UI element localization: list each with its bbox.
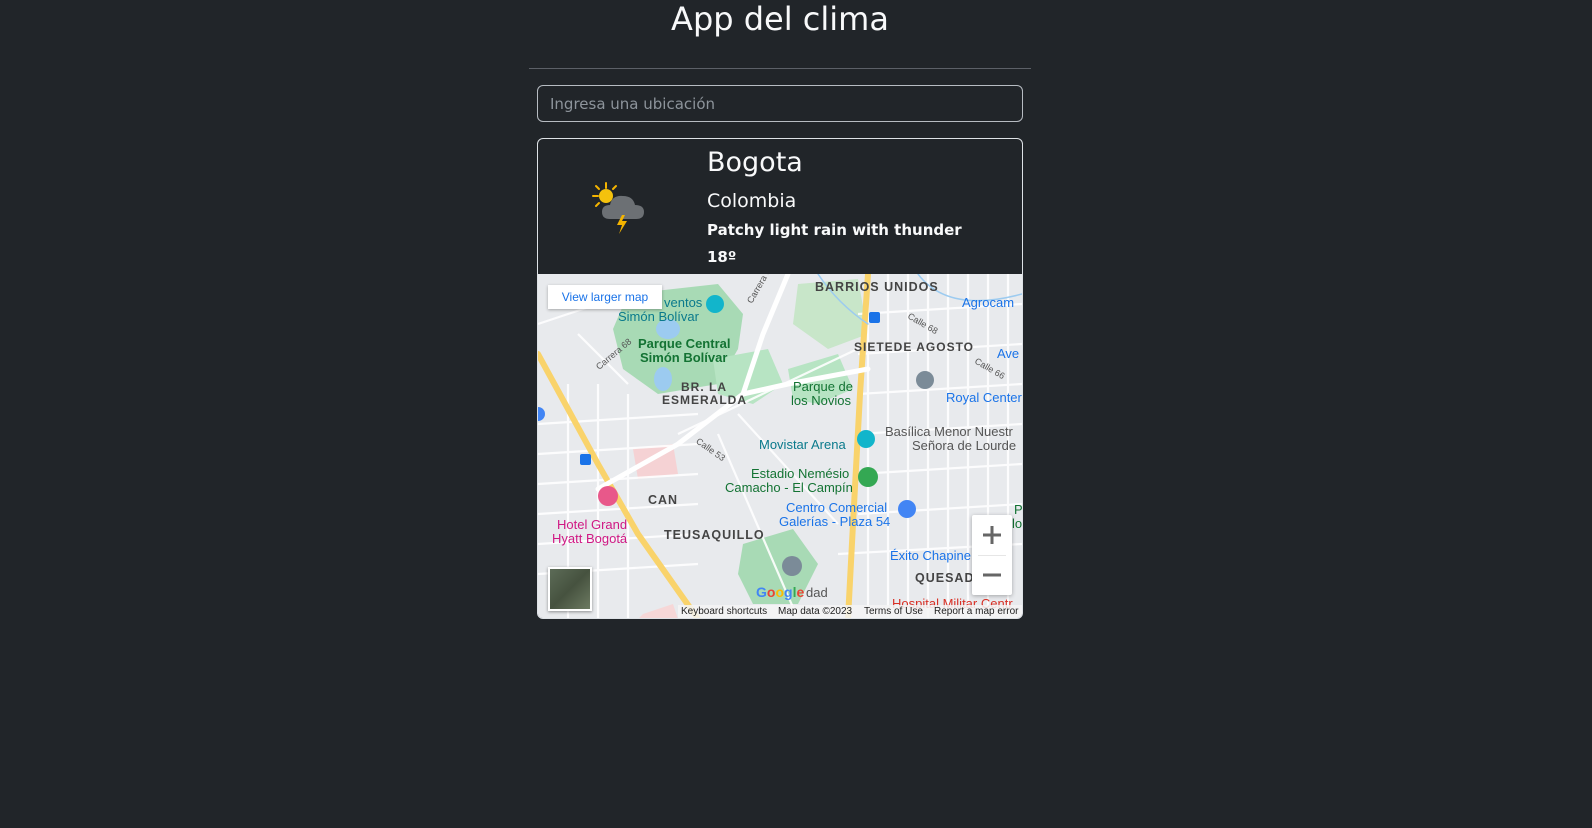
plus-icon	[983, 526, 1001, 544]
map-label: CAN	[648, 493, 679, 507]
country-name: Colombia	[707, 190, 797, 212]
location-search-input[interactable]	[537, 85, 1023, 122]
map-label: Éxito Chapine	[890, 548, 971, 563]
city-name: Bogota	[707, 147, 803, 178]
map-data-text: Map data ©2023	[778, 606, 853, 617]
map-label: TEUSAQUILLO	[664, 528, 765, 542]
map-label: los Novios	[791, 393, 851, 408]
map-label: Simón Bolívar	[618, 309, 699, 324]
minus-icon	[983, 573, 1001, 577]
map-label: Royal Center	[946, 390, 1022, 405]
map-attribution-bar: Keyboard shortcuts Map data ©2023 Terms …	[678, 605, 1022, 618]
embedded-map[interactable]: BARRIOS UNIDOS Agrocam ventos Simón Bolí…	[538, 274, 1022, 618]
map-label: dad	[806, 585, 828, 600]
zoom-controls	[972, 515, 1012, 595]
map-label: BR. LA	[681, 380, 727, 394]
keyboard-shortcuts-link[interactable]: Keyboard shortcuts	[681, 605, 767, 618]
temperature: 18º	[707, 248, 737, 266]
map-label: Hotel Grand	[557, 517, 628, 532]
map-label: Simón Bolívar	[640, 350, 728, 365]
map-label: ESMERALDA	[662, 393, 748, 407]
map-label: Hyatt Bogotá	[552, 531, 628, 546]
map-label: BARRIOS UNIDOS	[815, 280, 939, 294]
map-label: Parque de	[793, 379, 853, 394]
map-label: Ave	[997, 346, 1020, 361]
map-label: Parque Central	[638, 336, 731, 351]
page-title: App del clima	[671, 0, 889, 38]
map-label: Señora de Lourde	[912, 438, 1017, 453]
map-label: Estadio Nemésio	[751, 466, 850, 481]
title-divider	[529, 68, 1031, 69]
zoom-in-button[interactable]	[972, 515, 1012, 555]
map-label: QUESAD	[915, 571, 975, 585]
map-label: Movistar Arena	[759, 437, 846, 452]
map-label: Camacho - El Campín	[725, 480, 853, 495]
zoom-out-button[interactable]	[972, 555, 1012, 595]
weather-card: Bogota Colombia Patchy light rain with t…	[537, 138, 1023, 619]
report-map-error-link[interactable]: Report a map error	[934, 605, 1018, 618]
view-larger-map-link[interactable]: View larger map	[548, 285, 662, 309]
map-label: P	[1014, 502, 1022, 517]
satellite-toggle-button[interactable]	[548, 567, 592, 611]
google-logo: Google	[756, 584, 805, 600]
map-label: SIETEDE AGOSTO	[854, 340, 975, 354]
weather-condition: Patchy light rain with thunder	[707, 221, 962, 239]
sun-cloud-thunder-icon	[592, 182, 644, 234]
terms-of-use-link[interactable]: Terms of Use	[864, 605, 923, 618]
map-label: Galerías - Plaza 54	[779, 514, 891, 529]
map-label: Agrocam	[962, 295, 1015, 310]
map-label: ventos	[664, 295, 703, 310]
map-label: lo	[1012, 516, 1022, 531]
map-label: Basílica Menor Nuestr	[885, 424, 1013, 439]
map-label: Centro Comercial	[786, 500, 888, 515]
